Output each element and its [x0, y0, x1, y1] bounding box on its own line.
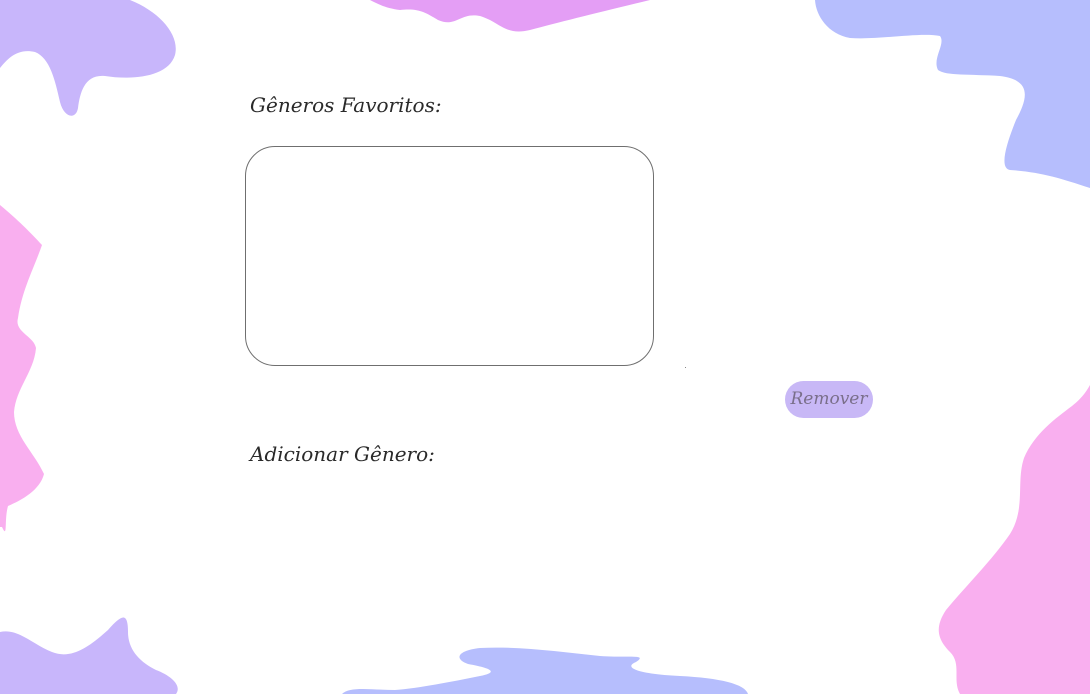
- favorite-genres-list[interactable]: [245, 146, 654, 366]
- add-genre-label: Adicionar Gênero:: [250, 442, 435, 466]
- favorite-genres-label: Gêneros Favoritos:: [250, 93, 442, 117]
- blob-top-center: [370, 0, 650, 32]
- blob-left: [0, 205, 44, 532]
- blob-bottom-center: [342, 647, 748, 694]
- blob-bottom-right: [938, 385, 1090, 694]
- stray-dot: [685, 367, 686, 368]
- remove-button[interactable]: Remover: [785, 381, 873, 418]
- blob-bottom-left: [0, 617, 178, 694]
- blob-top-right: [815, 0, 1090, 188]
- blob-top-left: [0, 0, 176, 116]
